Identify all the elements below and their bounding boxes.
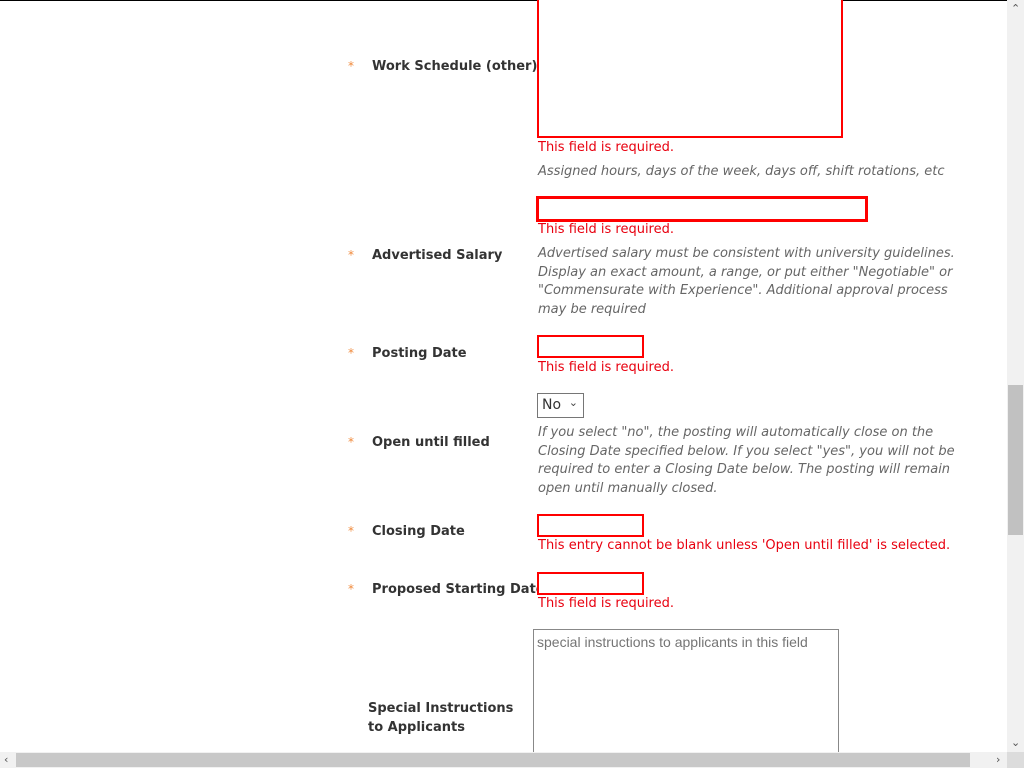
- open-until-filled-label: Open until filled: [372, 435, 490, 450]
- scrollbar-corner: [1007, 752, 1024, 768]
- chevron-down-icon: ⌄: [568, 396, 578, 409]
- posting-date-error: This field is required.: [538, 360, 674, 375]
- advertised-salary-input[interactable]: [536, 196, 868, 222]
- scroll-left-icon[interactable]: ‹: [4, 753, 8, 766]
- required-marker: *: [348, 582, 354, 596]
- open-until-filled-hint: If you select "no", the posting will aut…: [538, 425, 955, 496]
- advertised-salary-error: This field is required.: [538, 222, 674, 237]
- posting-date-input[interactable]: [537, 335, 644, 358]
- advertised-salary-label: Advertised Salary: [372, 248, 503, 263]
- required-marker: *: [348, 435, 354, 449]
- required-marker: *: [348, 346, 354, 360]
- horizontal-scrollbar-thumb[interactable]: [16, 753, 970, 767]
- scroll-down-icon[interactable]: ⌄: [1011, 736, 1020, 749]
- proposed-starting-date-label: Proposed Starting Date: [372, 582, 545, 597]
- vertical-scrollbar-thumb[interactable]: [1008, 385, 1023, 535]
- scroll-up-icon[interactable]: ⌃: [1011, 2, 1020, 15]
- open-until-filled-select[interactable]: No ⌄: [537, 393, 584, 418]
- special-instructions-label: Special Instructions to Applicants: [368, 701, 514, 735]
- proposed-starting-date-error: This field is required.: [538, 596, 674, 611]
- work-schedule-label: Work Schedule (other): [372, 59, 538, 74]
- special-instructions-textarea[interactable]: [533, 629, 839, 759]
- top-border: [0, 0, 1024, 1]
- selected-value: No: [542, 397, 562, 413]
- required-marker: *: [348, 524, 354, 538]
- scroll-right-icon[interactable]: ›: [996, 753, 1000, 766]
- closing-date-label: Closing Date: [372, 524, 465, 539]
- work-schedule-hint: Assigned hours, days of the week, days o…: [538, 164, 945, 179]
- advertised-salary-hint: Advertised salary must be consistent wit…: [538, 246, 955, 317]
- closing-date-error: This entry cannot be blank unless 'Open …: [538, 538, 951, 553]
- posting-date-label: Posting Date: [372, 346, 467, 361]
- required-marker: *: [348, 248, 354, 262]
- closing-date-input[interactable]: [537, 514, 644, 537]
- vertical-scrollbar[interactable]: [1007, 0, 1024, 752]
- required-marker: *: [348, 59, 354, 73]
- work-schedule-error: This field is required.: [538, 140, 674, 155]
- proposed-starting-date-input[interactable]: [537, 572, 644, 595]
- work-schedule-textarea[interactable]: [537, 0, 843, 138]
